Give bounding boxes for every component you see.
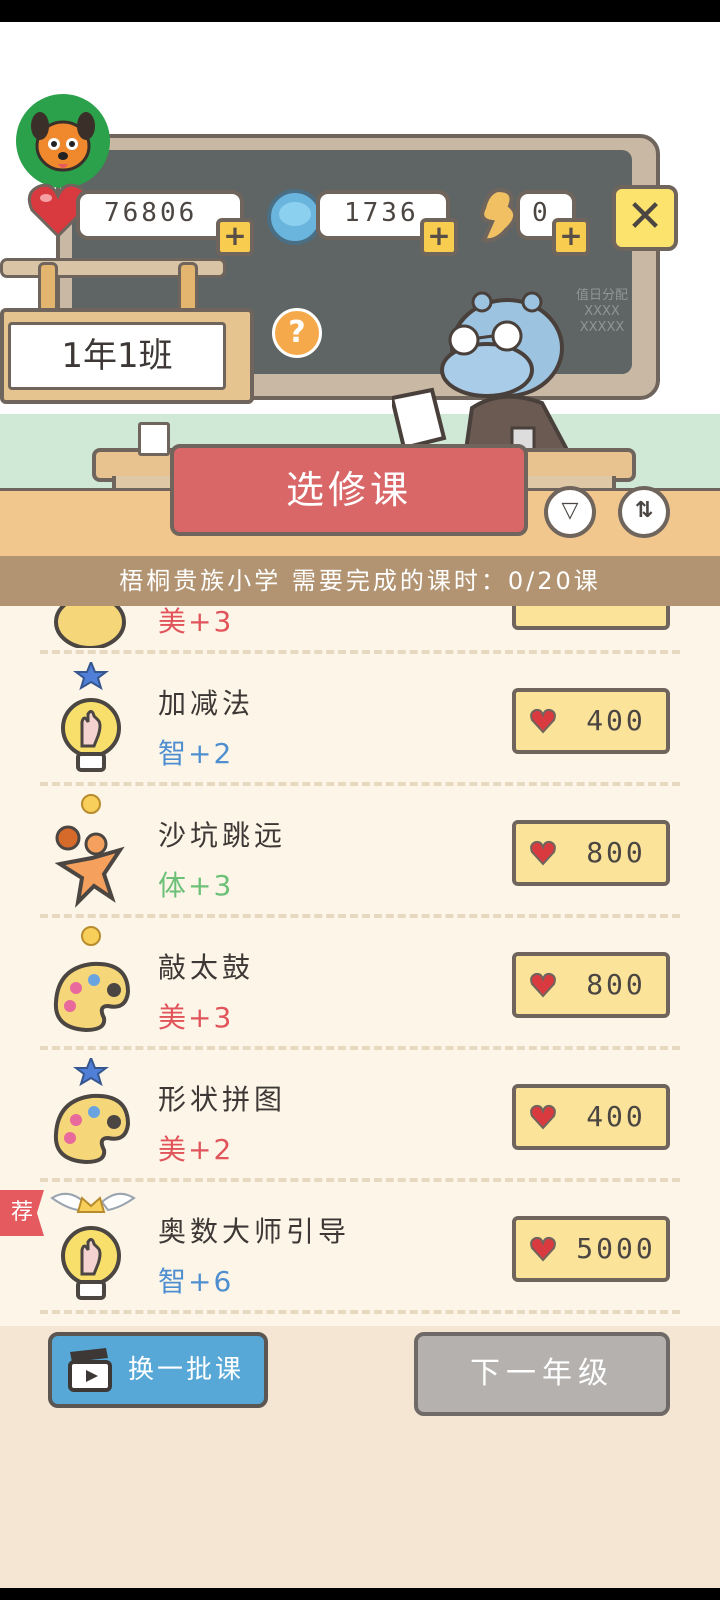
hearts-value: 76806 bbox=[104, 198, 198, 228]
course-price: 400 bbox=[586, 1100, 646, 1133]
desk-cup bbox=[138, 422, 170, 456]
course-price-button[interactable]: 400 bbox=[512, 688, 670, 754]
course-name: 加减法 bbox=[158, 687, 255, 720]
athlete-icon bbox=[48, 794, 138, 912]
add-energy-button[interactable]: + bbox=[552, 218, 590, 256]
palette-icon bbox=[48, 606, 138, 650]
course-row[interactable]: 沙坑跳远 体+3 800 bbox=[0, 786, 720, 918]
course-stat: 体+3 bbox=[158, 869, 234, 902]
course-stat: 美+2 bbox=[158, 1133, 234, 1166]
lightbulb-icon bbox=[48, 1190, 138, 1308]
game-screen: 值日分配 XXXX XXXXX 1年1班 ? 76806 + 1736 + 0 … bbox=[0, 22, 720, 1600]
swap-courses-label: 换一批课 bbox=[128, 1355, 245, 1385]
course-price: 5000 bbox=[576, 1232, 656, 1265]
course-list[interactable]: 美+3 加减法 智+2 400 沙坑跳远 体+3 800 敲太鼓 美+3 800… bbox=[0, 606, 720, 1326]
heart-icon bbox=[530, 840, 556, 866]
heart-icon bbox=[530, 708, 556, 734]
sort-button[interactable]: ⇅ bbox=[618, 486, 670, 538]
course-row[interactable]: 敲太鼓 美+3 800 bbox=[0, 918, 720, 1050]
energy-currency-icon bbox=[474, 186, 522, 246]
system-nav-bar bbox=[0, 1588, 720, 1600]
course-price: 800 bbox=[586, 968, 646, 1001]
course-row[interactable]: 形状拼图 美+2 400 bbox=[0, 1050, 720, 1182]
dog-avatar-icon bbox=[31, 112, 95, 172]
course-price-button[interactable]: 800 bbox=[512, 952, 670, 1018]
page-title: 选修课 bbox=[170, 444, 528, 536]
palette-icon bbox=[48, 1055, 138, 1176]
heart-icon bbox=[530, 1104, 556, 1130]
course-name: 沙坑跳远 bbox=[158, 819, 287, 852]
course-stat: 美+3 bbox=[158, 606, 234, 638]
coins-value: 1736 bbox=[344, 198, 419, 228]
course-price-button[interactable]: 400 bbox=[512, 1084, 670, 1150]
close-button[interactable]: ✕ bbox=[612, 185, 678, 251]
course-row[interactable]: 加减法 智+2 400 bbox=[0, 654, 720, 786]
row-divider bbox=[40, 1310, 680, 1314]
course-price-button[interactable]: 800 bbox=[512, 820, 670, 886]
course-stat: 智+6 bbox=[158, 1265, 234, 1298]
help-icon[interactable]: ? bbox=[272, 308, 322, 358]
heart-icon bbox=[530, 972, 556, 998]
course-name: 敲太鼓 bbox=[158, 951, 255, 984]
filter-button[interactable]: ▽ bbox=[544, 486, 596, 538]
swap-courses-button[interactable]: 换一批课 bbox=[48, 1332, 268, 1408]
course-row[interactable]: 奥数大师引导 智+6 5000 bbox=[0, 1182, 720, 1314]
course-stat: 美+3 bbox=[158, 1001, 234, 1034]
video-clapper-icon bbox=[68, 1348, 112, 1392]
add-hearts-button[interactable]: + bbox=[216, 218, 254, 256]
energy-value: 0 bbox=[532, 198, 551, 228]
class-name-label: 1年1班 bbox=[8, 322, 226, 390]
palette-icon bbox=[48, 926, 138, 1044]
course-row[interactable]: 美+3 bbox=[0, 606, 720, 654]
player-avatar[interactable] bbox=[16, 94, 110, 188]
add-coins-button[interactable]: + bbox=[420, 218, 458, 256]
sort-icon: ⇅ bbox=[634, 498, 654, 523]
heart-icon bbox=[530, 1236, 556, 1262]
course-stat: 智+2 bbox=[158, 737, 234, 770]
next-grade-button[interactable]: 下一年级 bbox=[414, 1332, 670, 1416]
course-name: 形状拼图 bbox=[158, 1083, 287, 1116]
course-price-button[interactable]: 5000 bbox=[512, 1216, 670, 1282]
course-price: 800 bbox=[586, 836, 646, 869]
school-progress-info: 梧桐贵族小学 需要完成的课时：0/20课 bbox=[0, 556, 720, 606]
course-price: 400 bbox=[586, 704, 646, 737]
course-price-button[interactable] bbox=[512, 606, 670, 630]
filter-icon: ▽ bbox=[561, 498, 579, 523]
course-name: 奥数大师引导 bbox=[158, 1215, 351, 1248]
lightbulb-icon bbox=[48, 659, 138, 780]
